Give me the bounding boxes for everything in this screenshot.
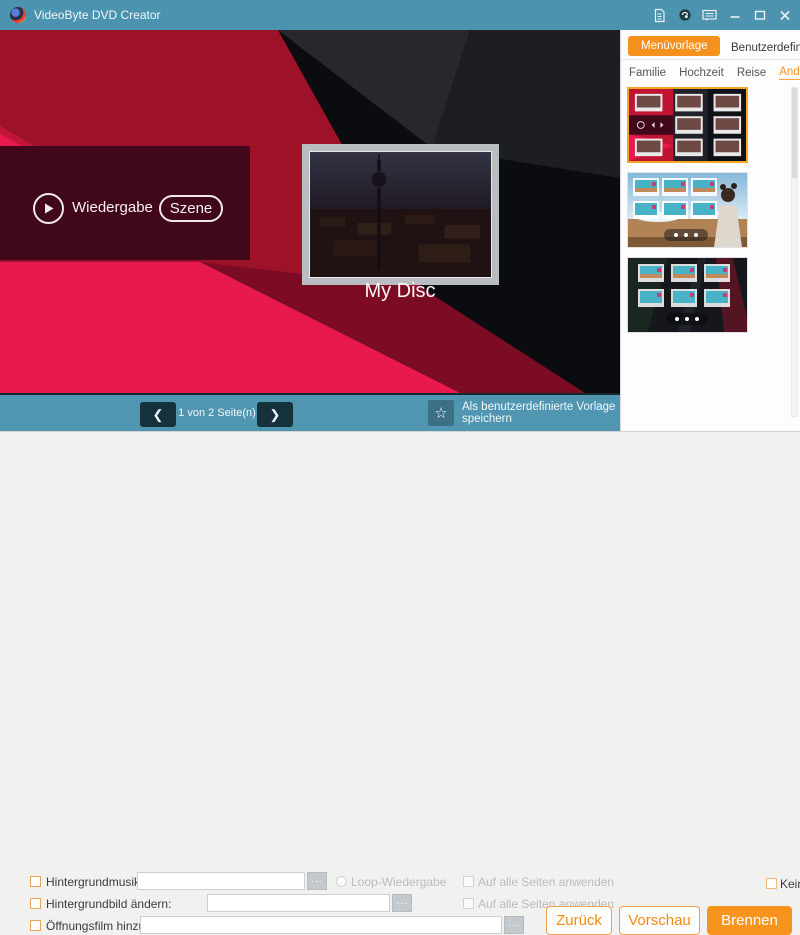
opening-film-input[interactable] [140, 916, 502, 934]
burn-button[interactable]: Brennen [707, 906, 792, 935]
loop-playback-label: Loop-Wiedergabe [351, 875, 446, 889]
disc-title[interactable]: My Disc [300, 280, 500, 303]
menu-template-preview: Wiedergabe Szene [0, 30, 620, 393]
play-icon [42, 202, 55, 215]
tab-custom-template[interactable]: Benutzerdefinierte [731, 38, 800, 58]
minimize-icon[interactable] [727, 8, 742, 23]
pager-bar: ❮ 1 von 2 Seite(n) ❯ ☆ Als benutzerdefin… [0, 393, 620, 431]
template-item-night-road[interactable] [627, 257, 748, 333]
background-image-input[interactable] [207, 894, 390, 912]
disc-thumbnail-photo [309, 151, 492, 278]
sidebar-scrollbar[interactable] [791, 87, 798, 417]
no-menu-checkbox[interactable] [766, 878, 777, 889]
previous-page-button[interactable]: ❮ [140, 402, 176, 427]
menu-scene-button[interactable]: Szene [159, 195, 223, 222]
opening-film-browse-button[interactable]: ... [504, 916, 524, 934]
template-list [627, 87, 748, 333]
sidebar-scrollbar-thumb[interactable] [792, 88, 797, 178]
register-document-icon[interactable] [652, 8, 667, 23]
menu-play-button[interactable] [33, 193, 64, 224]
template-category-row: Familie Hochzeit Reise Andere ◀▶ [621, 61, 800, 84]
apply-all-pages-music-label: Auf alle Seiten anwenden [478, 875, 614, 889]
maximize-icon[interactable] [752, 8, 767, 23]
feedback-icon[interactable] [677, 8, 692, 23]
page-indicator: 1 von 2 Seite(n) [182, 395, 252, 431]
category-hochzeit[interactable]: Hochzeit [679, 67, 724, 79]
next-page-button[interactable]: ❯ [257, 402, 293, 427]
template-item-red-black[interactable] [627, 87, 748, 163]
close-icon[interactable] [777, 8, 792, 23]
template-item-desert[interactable] [627, 172, 748, 248]
menu-play-label[interactable]: Wiedergabe [72, 199, 153, 216]
opening-film-checkbox[interactable] [30, 920, 41, 931]
save-template-label[interactable]: Als benutzerdefinierte Vorlage speichern [462, 395, 620, 431]
no-menu-label: Kein Menü [780, 877, 800, 891]
survey-icon[interactable] [702, 8, 717, 23]
disc-thumbnail-frame[interactable] [302, 144, 499, 285]
template-sidebar: Menüvorlage Benutzerdefinierte Familie H… [620, 30, 800, 431]
background-music-checkbox[interactable] [30, 876, 41, 887]
background-image-browse-button[interactable]: ... [392, 894, 412, 912]
background-music-browse-button[interactable]: ... [307, 872, 327, 890]
window-controls [652, 0, 792, 30]
app-window: VideoByte DVD Creator [0, 0, 800, 514]
category-reise[interactable]: Reise [737, 67, 766, 79]
loop-playback-radio[interactable] [336, 876, 347, 887]
category-familie[interactable]: Familie [629, 67, 666, 79]
background-image-checkbox[interactable] [30, 898, 41, 909]
app-logo-icon [10, 7, 26, 23]
title-bar: VideoByte DVD Creator [0, 0, 800, 30]
apply-all-pages-music-checkbox[interactable] [463, 876, 474, 887]
background-image-label: Hintergrundbild ändern: [46, 897, 171, 911]
apply-all-pages-image-checkbox[interactable] [463, 898, 474, 909]
tab-menu-template[interactable]: Menüvorlage [628, 36, 720, 56]
options-panel: Hintergrundmusik hinzufügen: ... Loop-Wi… [0, 431, 800, 514]
sidebar-tab-row: Menüvorlage Benutzerdefinierte [621, 30, 800, 60]
save-template-star-icon[interactable]: ☆ [428, 400, 454, 426]
app-title: VideoByte DVD Creator [34, 0, 161, 30]
back-button[interactable]: Zurück [546, 906, 612, 935]
category-andere[interactable]: Andere [779, 66, 800, 80]
background-music-input[interactable] [137, 872, 305, 890]
preview-button[interactable]: Vorschau [619, 906, 700, 935]
